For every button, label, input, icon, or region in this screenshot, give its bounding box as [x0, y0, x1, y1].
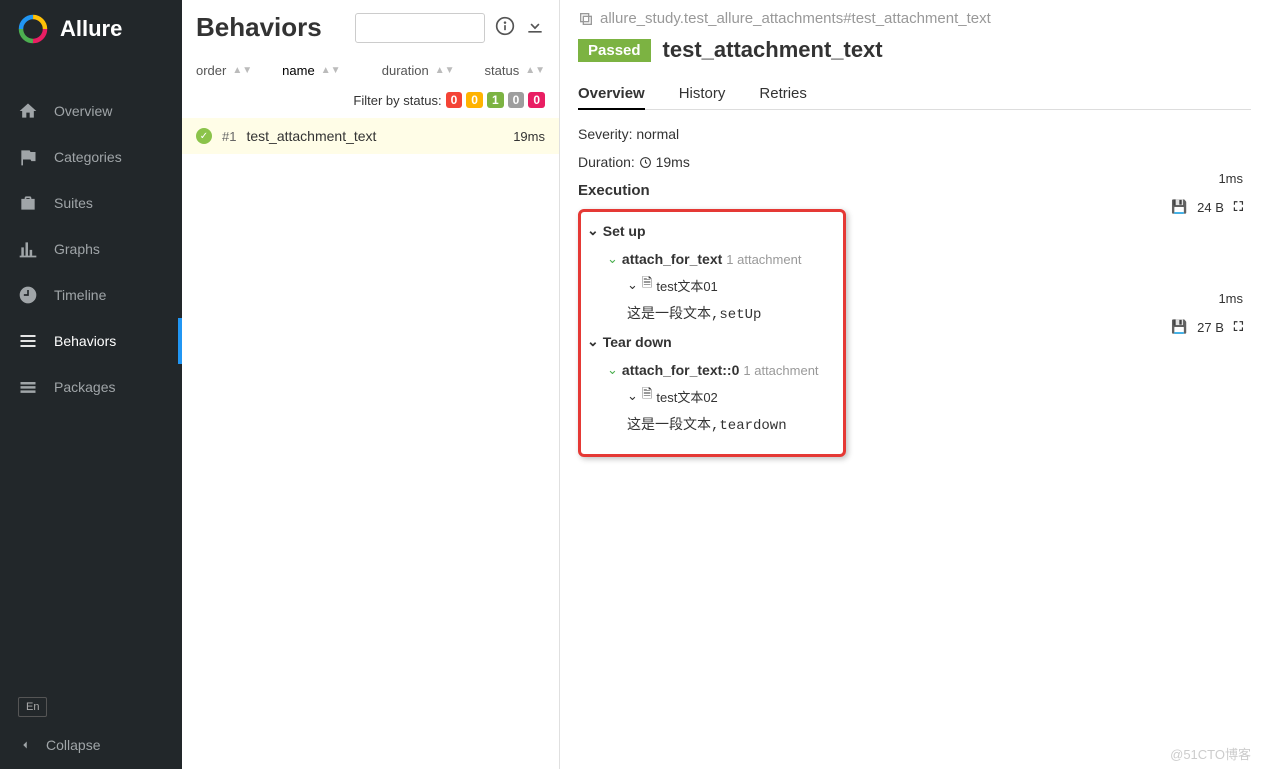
attachment-meta-1: 💾24 B ⛶ — [1171, 199, 1243, 215]
save-icon[interactable]: 💾 — [1171, 319, 1187, 335]
attachment-row-1[interactable]: ⌄ 🗎 test文本01 — [587, 271, 837, 299]
fullscreen-icon[interactable]: ⛶ — [1234, 199, 1243, 215]
filter-row: Filter by status: 0 0 1 0 0 — [182, 86, 559, 118]
filter-broken[interactable]: 0 — [466, 92, 483, 108]
test-row[interactable]: ✓ #1 test_attachment_text 19ms — [182, 118, 559, 154]
filter-passed[interactable]: 1 — [487, 92, 504, 108]
sort-name[interactable]: name▲▼ — [282, 63, 340, 78]
sidebar-item-overview[interactable]: Overview — [0, 88, 182, 134]
filter-unknown[interactable]: 0 — [528, 92, 545, 108]
tab-history[interactable]: History — [679, 79, 726, 109]
test-duration: 19ms — [513, 129, 545, 144]
execution-box: ⌄ Set up ⌄ attach_for_text 1 attachment … — [578, 209, 846, 457]
test-title: test_attachment_text — [663, 37, 883, 63]
clock-icon — [18, 285, 38, 305]
copy-icon[interactable] — [578, 11, 594, 27]
bar-chart-icon — [18, 239, 38, 259]
chevron-down-icon: ⌄ — [587, 222, 599, 239]
sidebar-item-label: Timeline — [54, 287, 106, 303]
chevron-down-icon: ⌄ — [627, 277, 638, 293]
tab-overview[interactable]: Overview — [578, 79, 645, 110]
sidebar: Allure Overview Categories Suites Graphs… — [0, 0, 182, 769]
behaviors-panel: Behaviors order▲▼ name▲▼ duration▲▼ stat… — [182, 0, 560, 769]
sidebar-item-label: Behaviors — [54, 333, 116, 349]
collapse-label: Collapse — [46, 737, 100, 753]
sort-order[interactable]: order▲▼ — [196, 63, 252, 78]
sidebar-item-suites[interactable]: Suites — [0, 180, 182, 226]
sidebar-item-packages[interactable]: Packages — [0, 364, 182, 410]
teardown-duration: 1ms — [1218, 291, 1243, 306]
filter-label: Filter by status: — [353, 93, 441, 108]
tab-retries[interactable]: Retries — [759, 79, 807, 109]
sidebar-item-label: Graphs — [54, 241, 100, 257]
execution-heading: Execution — [578, 182, 1251, 199]
home-icon — [18, 101, 38, 121]
filter-failed[interactable]: 0 — [446, 92, 463, 108]
attachment-content-1: 这是一段文本,setUp — [587, 299, 837, 333]
status-badge: Passed — [578, 39, 651, 62]
chevron-down-icon: ⌄ — [627, 388, 638, 404]
search-input[interactable] — [355, 13, 485, 43]
sidebar-item-label: Overview — [54, 103, 112, 119]
brand-text: Allure — [60, 16, 122, 42]
sidebar-item-label: Categories — [54, 149, 122, 165]
download-icon[interactable] — [525, 16, 545, 39]
behaviors-header: Behaviors — [182, 0, 559, 55]
layers-icon — [18, 377, 38, 397]
sidebar-item-label: Suites — [54, 195, 93, 211]
briefcase-icon — [18, 193, 38, 213]
attachment-meta-2: 💾27 B ⛶ — [1171, 319, 1243, 335]
severity-line: Severity: normal — [578, 126, 1251, 142]
fullscreen-icon[interactable]: ⛶ — [1234, 319, 1243, 335]
teardown-fixture[interactable]: ⌄ attach_for_text::0 1 attachment — [587, 358, 837, 382]
setup-fixture[interactable]: ⌄ attach_for_text 1 attachment — [587, 247, 837, 271]
teardown-header[interactable]: ⌄ Tear down — [587, 333, 837, 350]
allure-logo-icon — [18, 14, 48, 44]
test-name: test_attachment_text — [246, 128, 376, 144]
sidebar-item-graphs[interactable]: Graphs — [0, 226, 182, 272]
title-row: Passed test_attachment_text — [578, 37, 1251, 63]
chevron-down-icon: ⌄ — [607, 251, 618, 267]
sort-row: order▲▼ name▲▼ duration▲▼ status▲▼ — [182, 55, 559, 86]
attachment-row-2[interactable]: ⌄ 🗎 test文本02 — [587, 382, 837, 410]
setup-header[interactable]: ⌄ Set up — [587, 222, 837, 239]
language-button[interactable]: En — [18, 697, 47, 717]
tabs: Overview History Retries — [578, 79, 1251, 110]
collapse-button[interactable]: Collapse — [18, 737, 164, 753]
sidebar-item-categories[interactable]: Categories — [0, 134, 182, 180]
save-icon[interactable]: 💾 — [1171, 199, 1187, 215]
test-id: #1 — [222, 129, 236, 144]
chevron-down-icon: ⌄ — [587, 333, 599, 350]
chevron-down-icon: ⌄ — [607, 362, 618, 378]
filter-skipped[interactable]: 0 — [508, 92, 525, 108]
clock-icon — [639, 156, 652, 169]
sidebar-item-behaviors[interactable]: Behaviors — [0, 318, 182, 364]
sidebar-footer: En Collapse — [0, 681, 182, 769]
watermark: @51CTO博客 — [1170, 744, 1251, 763]
status-passed-icon: ✓ — [196, 128, 212, 144]
sort-status[interactable]: status▲▼ — [485, 63, 545, 78]
flag-icon — [18, 147, 38, 167]
logo[interactable]: Allure — [0, 0, 182, 58]
detail-panel: allure_study.test_allure_attachments#tes… — [560, 0, 1261, 769]
info-icon[interactable] — [495, 16, 515, 39]
duration-line: Duration: 19ms — [578, 154, 1251, 170]
sidebar-nav: Overview Categories Suites Graphs Timeli… — [0, 58, 182, 681]
attachment-content-2: 这是一段文本,teardown — [587, 410, 837, 444]
breadcrumb: allure_study.test_allure_attachments#tes… — [578, 10, 1251, 27]
setup-duration: 1ms — [1218, 171, 1243, 186]
sidebar-item-label: Packages — [54, 379, 115, 395]
list-icon — [18, 331, 38, 351]
file-icon: 🗎 — [642, 274, 652, 296]
sort-duration[interactable]: duration▲▼ — [382, 63, 455, 78]
sidebar-item-timeline[interactable]: Timeline — [0, 272, 182, 318]
file-icon: 🗎 — [642, 385, 652, 407]
panel-title: Behaviors — [196, 12, 322, 43]
chevron-left-icon — [18, 738, 32, 752]
